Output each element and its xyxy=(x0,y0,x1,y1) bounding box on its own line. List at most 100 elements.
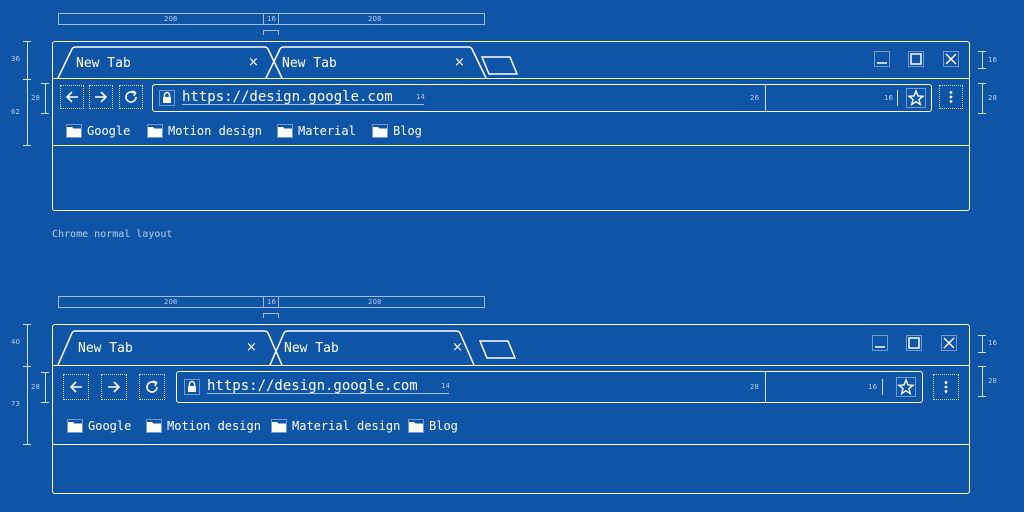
reload-button[interactable] xyxy=(119,85,143,109)
lock-icon xyxy=(159,90,175,106)
reload-icon xyxy=(125,90,137,103)
star-icon[interactable] xyxy=(896,377,916,397)
dim-star-size: 16 xyxy=(884,94,893,102)
back-button[interactable] xyxy=(63,374,89,400)
dim-omni-height: 28 xyxy=(750,383,759,391)
reload-button[interactable] xyxy=(139,374,165,400)
menu-button[interactable] xyxy=(933,374,959,400)
arrow-right-icon xyxy=(108,381,121,393)
tab-title: New Tab xyxy=(78,341,133,356)
folder-icon xyxy=(271,419,287,433)
bookmark-label: Blog xyxy=(393,124,422,138)
bookmark-label: Material design xyxy=(292,419,401,433)
dim-tick xyxy=(978,366,986,367)
folder-icon xyxy=(277,124,293,138)
dim-tick xyxy=(23,145,31,146)
bookmark-label: Motion design xyxy=(167,419,261,433)
dim-tick xyxy=(978,396,986,397)
dim-omni-height: 26 xyxy=(750,94,759,102)
window-close-icon[interactable] xyxy=(943,51,959,67)
bookmark-label: Material xyxy=(298,124,356,138)
maximize-icon[interactable] xyxy=(906,335,922,351)
dim-tick xyxy=(23,324,31,325)
toolbar-divider xyxy=(53,145,969,146)
tab-2[interactable]: New Tab × xyxy=(282,336,477,362)
url-text[interactable]: https://design.google.com xyxy=(182,89,393,105)
dim-total-height: 73 xyxy=(11,400,20,408)
new-tab-button[interactable] xyxy=(480,339,516,359)
layout-caption: Chrome normal layout xyxy=(52,229,173,240)
minimize-icon[interactable] xyxy=(872,335,888,351)
bookmark-label: Google xyxy=(87,124,131,138)
bookmark-motion-design[interactable]: Motion design xyxy=(146,419,261,433)
ruler-label-tab-width: 208 xyxy=(164,298,178,306)
bookmark-label: Google xyxy=(88,419,132,433)
back-button[interactable] xyxy=(60,85,84,109)
dim-tick xyxy=(23,41,31,42)
folder-icon xyxy=(67,419,83,433)
bookmark-google[interactable]: Google xyxy=(67,419,131,433)
dim-url-size: 14 xyxy=(416,93,425,101)
tabstrip-divider xyxy=(53,78,969,79)
tab-close-icon[interactable]: × xyxy=(246,340,257,355)
overlap-marker xyxy=(263,13,279,25)
tab-title: New Tab xyxy=(76,56,131,71)
dim-tick xyxy=(41,372,49,373)
dim-tick xyxy=(978,335,986,336)
forward-button[interactable] xyxy=(101,374,127,400)
tab-1[interactable]: New Tab × xyxy=(72,51,267,77)
dim-tick xyxy=(978,352,986,353)
dim-tick xyxy=(41,83,49,84)
dim-tick xyxy=(978,83,986,84)
dim-total-height: 62 xyxy=(11,108,20,116)
new-tab-button[interactable] xyxy=(482,55,518,75)
dim-menu-size: 28 xyxy=(988,377,997,385)
tab-1[interactable]: New Tab × xyxy=(74,336,269,362)
folder-icon xyxy=(147,124,163,138)
dim-line-toolbar xyxy=(45,83,46,113)
bookmark-material-design[interactable]: Material design xyxy=(271,419,400,433)
ruler-label-tab-width-2: 208 xyxy=(368,298,382,306)
arrow-left-icon xyxy=(65,91,78,103)
tab-title: New Tab xyxy=(284,341,339,356)
maximize-icon[interactable] xyxy=(908,51,924,67)
window-close-icon[interactable] xyxy=(941,335,957,351)
dim-tick xyxy=(23,444,31,445)
dim-tick xyxy=(978,113,986,114)
dim-line-menu xyxy=(982,366,983,396)
bookmark-motion-design[interactable]: Motion design xyxy=(147,124,262,138)
folder-icon xyxy=(372,124,388,138)
url-underline xyxy=(207,393,449,394)
forward-button[interactable] xyxy=(89,85,113,109)
tab-2[interactable]: New Tab × xyxy=(280,51,475,77)
tab-close-icon[interactable]: × xyxy=(248,55,259,70)
dim-tabstrip-height: 36 xyxy=(11,55,20,63)
toolbar-divider xyxy=(53,444,969,445)
bookmark-blog[interactable]: Blog xyxy=(408,419,458,433)
dim-line-toolbar xyxy=(45,372,46,402)
dim-menu-size: 28 xyxy=(988,94,997,102)
bookmark-google[interactable]: Google xyxy=(66,124,130,138)
dim-line-star xyxy=(882,379,883,395)
url-underline xyxy=(182,104,424,105)
tab-close-icon[interactable]: × xyxy=(454,55,465,70)
menu-button[interactable] xyxy=(939,85,963,109)
bookmark-blog[interactable]: Blog xyxy=(372,124,422,138)
dim-toolbar-height: 28 xyxy=(31,383,40,391)
dim-line-star xyxy=(897,90,898,106)
star-icon[interactable] xyxy=(906,88,926,108)
tab-close-icon[interactable]: × xyxy=(452,340,463,355)
bookmark-label: Blog xyxy=(429,419,458,433)
dim-winctl-size: 16 xyxy=(988,339,997,347)
url-text[interactable]: https://design.google.com xyxy=(207,378,418,394)
more-vert-icon xyxy=(944,381,948,393)
dim-line-total xyxy=(27,324,28,444)
more-vert-icon xyxy=(949,91,953,103)
dim-tabstrip-height: 40 xyxy=(11,338,20,346)
dim-tick xyxy=(978,51,986,52)
dim-tick xyxy=(41,402,49,403)
overlap-marker xyxy=(263,296,279,308)
bookmark-material[interactable]: Material xyxy=(277,124,356,138)
dim-toolbar-height: 28 xyxy=(31,94,40,102)
minimize-icon[interactable] xyxy=(874,51,890,67)
